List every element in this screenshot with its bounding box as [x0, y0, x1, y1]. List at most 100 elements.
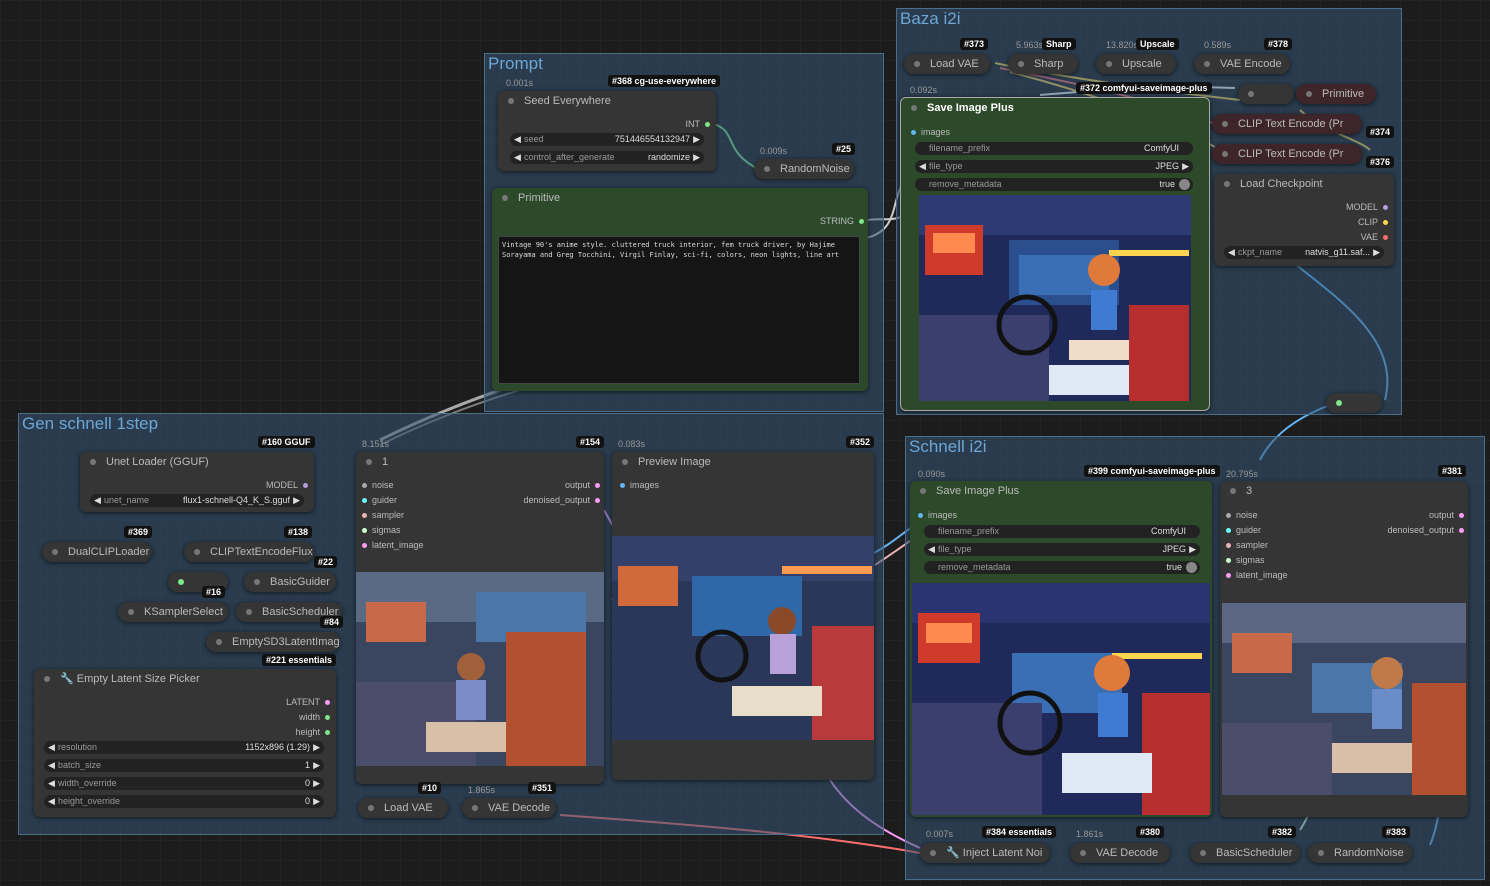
node-inject-latent-noise[interactable]: 🔧 Inject Latent Noi: [920, 843, 1050, 863]
input-noise[interactable]: noise: [362, 480, 394, 490]
arrow-left-icon[interactable]: ◀: [48, 741, 55, 754]
prompt-textarea[interactable]: Vintage 90's anime style. cluttered truc…: [498, 236, 860, 384]
arrow-right-icon[interactable]: ▶: [1182, 160, 1189, 173]
node-title[interactable]: DualCLIPLoader: [42, 542, 152, 562]
collapse-dot[interactable]: [622, 459, 628, 465]
node-load-checkpoint[interactable]: Load Checkpoint MODEL CLIP VAE ◀ ckpt_na…: [1214, 174, 1394, 266]
toggle-knob[interactable]: [1179, 179, 1190, 190]
node-title[interactable]: VAE Encode: [1194, 54, 1290, 74]
node-random-noise-383[interactable]: RandomNoise: [1308, 843, 1412, 863]
output-denoised[interactable]: denoised_output: [523, 495, 600, 505]
input-sigmas[interactable]: sigmas: [1226, 555, 1265, 565]
input-noise[interactable]: noise: [1226, 510, 1258, 520]
arrow-right-icon[interactable]: ▶: [1189, 543, 1196, 556]
slot-dot[interactable]: [595, 498, 600, 503]
slot-dot[interactable]: [1383, 220, 1388, 225]
input-latent-image[interactable]: latent_image: [1226, 570, 1288, 580]
remove-metadata-toggle[interactable]: remove_metadata true: [915, 178, 1193, 191]
toggle-knob[interactable]: [1186, 562, 1197, 573]
output-model[interactable]: MODEL: [1346, 202, 1388, 212]
node-clip-text-encode-376[interactable]: CLIP Text Encode (Pr: [1212, 144, 1362, 164]
slot-dot[interactable]: [303, 483, 308, 488]
node-title[interactable]: Upscale: [1096, 54, 1176, 74]
node-load-vae-373[interactable]: Load VAE: [904, 54, 990, 74]
node-sharp[interactable]: Sharp: [1008, 54, 1078, 74]
collapse-dot[interactable]: [90, 459, 96, 465]
node-collapsed-reroute[interactable]: [1238, 84, 1294, 104]
collapse-dot[interactable]: [1018, 61, 1024, 67]
node-title[interactable]: [1238, 84, 1294, 104]
collapse-dot[interactable]: [914, 61, 920, 67]
collapse-dot[interactable]: [178, 579, 184, 585]
node-title[interactable]: KSamplerSelect: [118, 602, 228, 622]
control-after-generate-widget[interactable]: ◀ control_after_generate randomize ▶: [510, 151, 704, 164]
node-title[interactable]: Seed Everywhere: [498, 91, 716, 111]
slot-dot[interactable]: [1226, 558, 1231, 563]
slot-dot[interactable]: [1226, 543, 1231, 548]
node-seed-everywhere[interactable]: Seed Everywhere INT ◀ seed 7514465541329…: [498, 91, 716, 171]
collapse-dot[interactable]: [502, 195, 508, 201]
output-output[interactable]: output: [1429, 510, 1464, 520]
node-primitive-prompt[interactable]: Primitive STRING Vintage 90's anime styl…: [492, 188, 868, 391]
slot-dot[interactable]: [1226, 573, 1231, 578]
collapse-dot[interactable]: [1336, 400, 1342, 406]
collapse-dot[interactable]: [930, 850, 936, 856]
slot-dot[interactable]: [362, 483, 367, 488]
arrow-left-icon[interactable]: ◀: [1228, 246, 1235, 259]
node-clip-text-encode-flux[interactable]: CLIPTextEncodeFlux: [184, 542, 314, 562]
collapse-dot[interactable]: [1106, 61, 1112, 67]
collapse-dot[interactable]: [254, 579, 260, 585]
collapse-dot[interactable]: [508, 98, 514, 104]
arrow-left-icon[interactable]: ◀: [928, 543, 935, 556]
node-title[interactable]: Primitive: [1296, 84, 1376, 104]
slot-dot[interactable]: [620, 483, 625, 488]
node-title[interactable]: Unet Loader (GGUF): [80, 452, 314, 472]
node-vae-decode-351[interactable]: VAE Decode: [462, 798, 556, 818]
output-latent[interactable]: LATENT: [286, 697, 330, 707]
slot-dot[interactable]: [325, 700, 330, 705]
node-title[interactable]: Load VAE: [904, 54, 990, 74]
collapse-dot[interactable]: [472, 805, 478, 811]
arrow-right-icon[interactable]: ▶: [293, 494, 300, 507]
node-title[interactable]: 🔧 Empty Latent Size Picker: [34, 669, 336, 689]
arrow-right-icon[interactable]: ▶: [313, 795, 320, 808]
arrow-left-icon[interactable]: ◀: [514, 151, 521, 164]
node-dual-clip-loader[interactable]: DualCLIPLoader: [42, 542, 152, 562]
input-latent-image[interactable]: latent_image: [362, 540, 424, 550]
collapse-dot[interactable]: [52, 549, 58, 555]
node-random-noise-25[interactable]: RandomNoise: [754, 159, 854, 179]
collapse-dot[interactable]: [920, 488, 926, 494]
slot-dot[interactable]: [918, 513, 923, 518]
slot-dot[interactable]: [1459, 528, 1464, 533]
collapse-dot[interactable]: [194, 549, 200, 555]
node-title[interactable]: Load VAE: [358, 798, 448, 818]
arrow-right-icon[interactable]: ▶: [1373, 246, 1380, 259]
seed-widget[interactable]: ◀ seed 751446554132947 ▶: [510, 133, 704, 146]
slot-dot[interactable]: [325, 730, 330, 735]
collapse-dot[interactable]: [128, 609, 134, 615]
node-vae-encode[interactable]: VAE Encode: [1194, 54, 1290, 74]
node-primitive-small[interactable]: Primitive: [1296, 84, 1376, 104]
input-images[interactable]: images: [620, 480, 659, 490]
input-images[interactable]: images: [911, 127, 950, 137]
input-images[interactable]: images: [918, 510, 957, 520]
node-title[interactable]: Save Image Plus: [901, 98, 1209, 118]
node-save-image-399[interactable]: Save Image Plus images filename_prefix C…: [910, 481, 1212, 817]
collapse-dot[interactable]: [1224, 181, 1230, 187]
resolution-widget[interactable]: ◀ resolution 1152x896 (1.29) ▶: [44, 741, 324, 754]
collapse-dot[interactable]: [911, 105, 917, 111]
collapse-dot[interactable]: [1222, 121, 1228, 127]
slot-dot[interactable]: [1459, 513, 1464, 518]
node-sampler-1[interactable]: 1 noise guider sampler sigmas latent_ima…: [356, 452, 604, 784]
node-sampler-3[interactable]: 3 noise guider sampler sigmas latent_ima…: [1220, 481, 1468, 817]
input-sampler[interactable]: sampler: [362, 510, 404, 520]
arrow-left-icon[interactable]: ◀: [94, 494, 101, 507]
file-type-widget[interactable]: ◀ file_type JPEG ▶: [924, 543, 1200, 556]
unet-name-widget[interactable]: ◀ unet_name flux1-schnell-Q4_K_S.gguf ▶: [90, 494, 304, 507]
collapse-dot[interactable]: [246, 609, 252, 615]
node-collapsed-reroute-2[interactable]: [1326, 393, 1382, 413]
slot-dot[interactable]: [362, 498, 367, 503]
node-title[interactable]: 3: [1220, 481, 1468, 501]
node-ksampler-select[interactable]: KSamplerSelect: [118, 602, 228, 622]
slot-dot[interactable]: [911, 130, 916, 135]
